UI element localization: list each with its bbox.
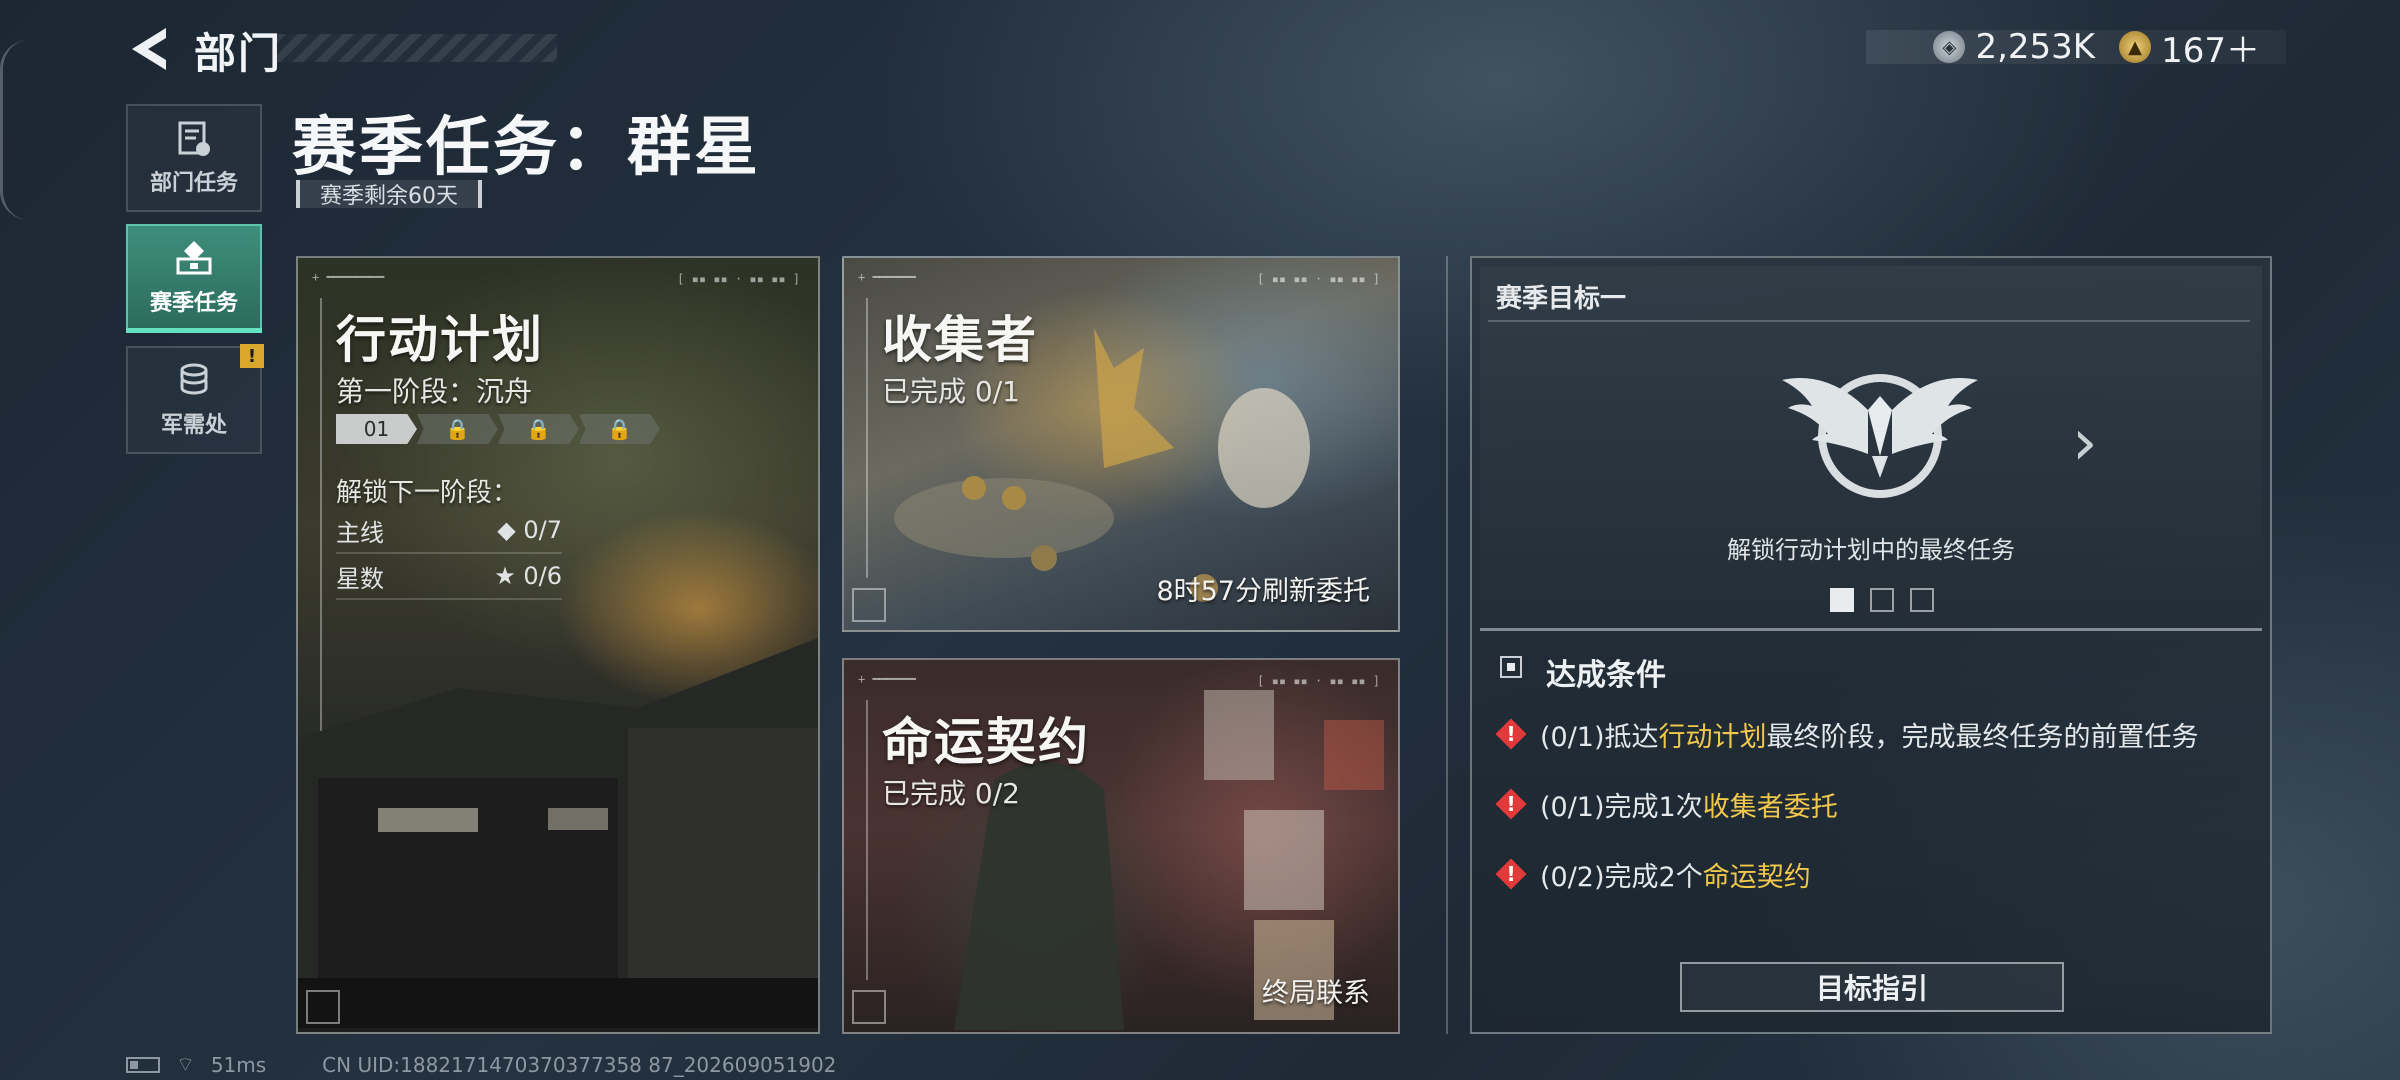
warning-diamond-icon: !	[1496, 859, 1526, 889]
conditions-icon	[1500, 656, 1522, 678]
lock-icon: 🔒	[498, 414, 579, 444]
condition-text: (0/2)完成2个命运契约	[1540, 861, 1811, 893]
card-progress: 已完成 0/2	[882, 777, 1020, 810]
coin-stack-icon	[180, 363, 208, 395]
gold-coin-icon: ▲	[2119, 31, 2152, 63]
requirement-label: 主线	[336, 518, 384, 547]
active-indicator	[126, 328, 262, 333]
document-icon	[178, 121, 210, 156]
goal-header: 赛季目标一	[1496, 284, 1627, 314]
gold-currency-value: 167＋	[2161, 30, 2260, 71]
requirement-label: 星数	[336, 564, 384, 593]
conditions-title: 达成条件	[1546, 658, 1666, 693]
requirement-value: ★ 0/6	[494, 562, 562, 590]
goal-pagination	[1830, 588, 1934, 612]
card-code-deco: [ ▪▪ ▪▪ · ▪▪ ▪▪ ]	[677, 272, 800, 286]
condition-row: ! (0/1)抵达行动计划最终阶段，完成最终任务的前置任务	[1496, 714, 2199, 754]
back-arrow-icon[interactable]	[126, 24, 172, 74]
operation-plan-card[interactable]: + ━━━━━━━━ [ ▪▪ ▪▪ · ▪▪ ▪▪ ] 行动计划 第一阶段：沉…	[296, 256, 820, 1034]
goal-showcase: 赛季目标一 › 解锁行动计划中的最终任务	[1480, 266, 2262, 631]
requirement-row: 主线 ◆ 0/7	[336, 508, 562, 554]
notification-badge: !	[240, 344, 264, 368]
pagination-dot[interactable]	[1910, 588, 1934, 612]
condition-text: (0/1)完成1次收集者委托	[1540, 791, 1838, 823]
edge-decoration	[0, 40, 29, 220]
goal-header-divider	[1488, 320, 2250, 322]
sidebar-item-label: 赛季任务	[149, 291, 238, 316]
condition-text: (0/1)抵达行动计划最终阶段，完成最终任务的前置任务	[1540, 721, 2199, 753]
goal-description: 解锁行动计划中的最终任务	[1727, 536, 2015, 564]
sidebar-item-department-tasks[interactable]: 部门任务	[126, 104, 262, 212]
condition-row: ! (0/2)完成2个命运契约	[1496, 854, 1811, 894]
warning-diamond-icon: !	[1496, 789, 1526, 819]
goal-guide-button[interactable]: 目标指引	[1680, 962, 2064, 1012]
header-title: 部门	[194, 29, 283, 78]
season-remaining-badge: 赛季剩余60天	[296, 180, 482, 209]
card-footer-label: 终局联系	[1262, 978, 1370, 1009]
expand-corner-icon	[852, 588, 886, 622]
silver-currency-value: 2,253K	[1975, 27, 2096, 67]
season-badge-icon	[176, 241, 212, 275]
expand-corner-icon	[306, 990, 340, 1024]
lock-icon: 🔒	[579, 414, 660, 444]
condition-row: ! (0/1)完成1次收集者委托	[1496, 784, 1838, 824]
page-title: 赛季任务：群星	[292, 111, 761, 185]
uid-text: CN UID:1882171470370377358 87_2026090519…	[322, 1052, 837, 1077]
pagination-dot[interactable]	[1830, 588, 1854, 612]
wifi-icon: ⌔	[176, 1052, 195, 1076]
season-goal-panel: 赛季目标一 › 解锁行动计划中的最终任务 达成条件 ! (0/1)抵达行动计划最…	[1470, 256, 2272, 1034]
status-bar: ⌔ 51ms CN UID:1882171470370377358 87_202…	[126, 1052, 836, 1077]
panel-divider	[1446, 256, 1448, 1034]
sidebar-item-label: 部门任务	[149, 171, 238, 196]
collector-card[interactable]: + ━━━━━━ [ ▪▪ ▪▪ · ▪▪ ▪▪ ] 收集者 已完成 0/1 8…	[842, 256, 1400, 632]
card-artwork	[298, 638, 818, 1028]
requirement-row: 星数 ★ 0/6	[336, 554, 562, 600]
header-stripe	[275, 34, 557, 62]
card-progress: 已完成 0/1	[882, 375, 1020, 408]
refresh-timer: 8时57分刷新委托	[1156, 576, 1370, 607]
next-goal-chevron-icon[interactable]: ›	[2072, 406, 2098, 480]
lock-icon: 🔒	[417, 414, 498, 444]
battery-icon	[126, 1056, 160, 1073]
ping-value: 51ms	[210, 1052, 267, 1077]
fate-contract-card[interactable]: + ━━━━━━ [ ▪▪ ▪▪ · ▪▪ ▪▪ ] 命运契约 已完成 0/2 …	[842, 658, 1400, 1034]
requirement-value: ◆ 0/7	[497, 516, 562, 544]
card-stage: 第一阶段：沉舟	[336, 375, 533, 408]
card-title: 命运契约	[882, 713, 1090, 771]
warning-diamond-icon: !	[1496, 719, 1526, 749]
sidebar-item-season-tasks[interactable]: 赛季任务	[126, 224, 262, 332]
eagle-emblem-icon	[1782, 374, 1978, 498]
card-crosshair-deco: + ━━━━━━━━	[312, 270, 385, 284]
unlock-label: 解锁下一阶段：	[336, 478, 519, 508]
stage-segment: 01	[336, 414, 417, 444]
expand-corner-icon	[852, 990, 886, 1024]
pagination-dot[interactable]	[1870, 588, 1894, 612]
currency-bar: ◈ 2,253K ▲ 167＋	[1866, 27, 2286, 71]
card-title: 行动计划	[336, 311, 544, 369]
stage-progress: 01 🔒 🔒 🔒	[336, 414, 660, 444]
silver-coin-icon: ◈	[1933, 31, 1966, 63]
sidebar-item-label: 军需处	[160, 413, 227, 438]
card-title: 收集者	[882, 311, 1038, 369]
